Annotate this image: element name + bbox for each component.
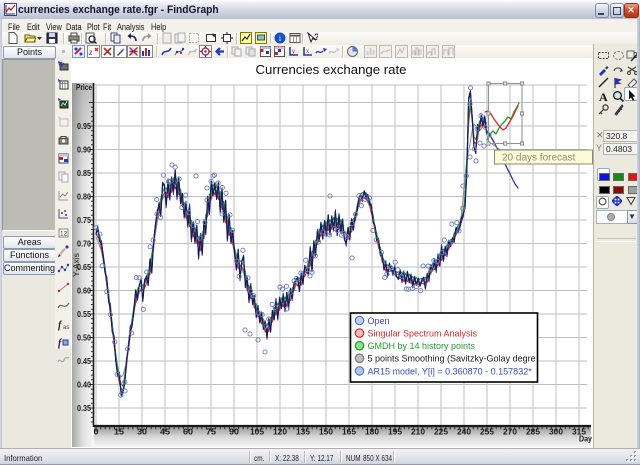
- svg-text:270: 270: [503, 427, 517, 437]
- svg-text:0.75: 0.75: [77, 215, 91, 225]
- svg-text:60: 60: [183, 427, 193, 437]
- svg-text:135: 135: [296, 427, 310, 437]
- svg-text:0.85: 0.85: [77, 168, 91, 178]
- svg-text:0.70: 0.70: [77, 238, 91, 248]
- svg-text:165: 165: [342, 427, 356, 437]
- svg-text:0.55: 0.55: [77, 309, 91, 319]
- svg-text:90: 90: [229, 427, 239, 437]
- svg-text:150: 150: [319, 427, 333, 437]
- svg-text:210: 210: [411, 427, 425, 437]
- svg-text:0.35: 0.35: [77, 403, 91, 413]
- svg-text:195: 195: [388, 427, 402, 437]
- svg-text:285: 285: [526, 427, 540, 437]
- svg-text:Currencies exchange rate: Currencies exchange rate: [255, 62, 406, 77]
- svg-text:300: 300: [549, 427, 563, 437]
- svg-text:0.40: 0.40: [77, 379, 91, 389]
- svg-text:A: A: [599, 90, 608, 103]
- svg-text:240: 240: [457, 427, 471, 437]
- svg-text:Y-Axis: Y-Axis: [71, 253, 81, 277]
- svg-text:105: 105: [250, 427, 264, 437]
- svg-text:Open: Open: [368, 316, 390, 326]
- svg-text:0.45: 0.45: [77, 356, 91, 366]
- svg-text:0.60: 0.60: [77, 285, 91, 295]
- svg-text:120: 120: [273, 427, 287, 437]
- svg-text:0.95: 0.95: [77, 121, 91, 131]
- svg-text:0.90: 0.90: [77, 144, 91, 154]
- svg-text:45: 45: [160, 427, 170, 437]
- svg-text:5 points Smoothing (Savitzky-G: 5 points Smoothing (Savitzky-Golay degre: [368, 354, 536, 364]
- svg-text:AR15 model, Y[i] = 0.360870 -: AR15 model, Y[i] = 0.360870 - 0.157832*: [368, 366, 533, 376]
- svg-text:Day: Day: [579, 434, 592, 444]
- svg-text:75: 75: [206, 427, 216, 437]
- svg-text:225: 225: [434, 427, 448, 437]
- svg-text:Price: Price: [76, 82, 92, 92]
- svg-text:0.80: 0.80: [77, 191, 91, 201]
- svg-text:GMDH by 14 history points: GMDH by 14 history points: [368, 341, 476, 351]
- svg-text:0.50: 0.50: [77, 332, 91, 342]
- svg-text:180: 180: [365, 427, 379, 437]
- svg-text:20 days forecast: 20 days forecast: [502, 153, 576, 164]
- svg-text:0: 0: [94, 427, 99, 437]
- svg-text:255: 255: [480, 427, 494, 437]
- svg-text:15: 15: [114, 427, 124, 437]
- svg-text:30: 30: [137, 427, 147, 437]
- svg-text:Singular Spectrum Analysis: Singular Spectrum Analysis: [368, 329, 478, 339]
